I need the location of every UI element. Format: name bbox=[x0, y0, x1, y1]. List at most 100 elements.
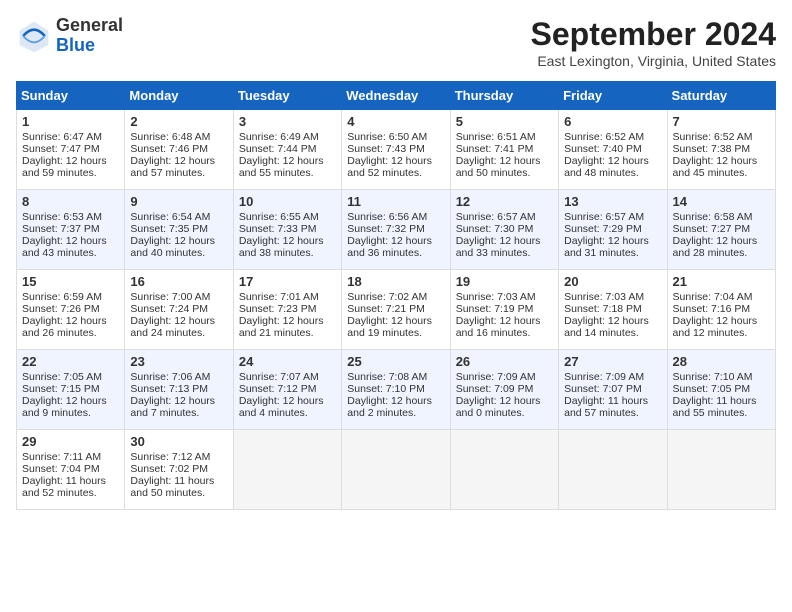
day-info-line: Daylight: 12 hours bbox=[22, 315, 119, 327]
day-info-line: Daylight: 12 hours bbox=[564, 235, 661, 247]
day-info-line: Sunset: 7:21 PM bbox=[347, 303, 444, 315]
day-info-line: Sunrise: 7:12 AM bbox=[130, 451, 227, 463]
calendar-cell: 18Sunrise: 7:02 AMSunset: 7:21 PMDayligh… bbox=[342, 270, 450, 350]
day-info-line: and 12 minutes. bbox=[673, 327, 770, 339]
day-info-line: Sunrise: 7:09 AM bbox=[564, 371, 661, 383]
day-number: 21 bbox=[673, 274, 770, 289]
calendar-cell: 11Sunrise: 6:56 AMSunset: 7:32 PMDayligh… bbox=[342, 190, 450, 270]
day-info-line: Daylight: 12 hours bbox=[239, 235, 336, 247]
day-info-line: Sunset: 7:40 PM bbox=[564, 143, 661, 155]
logo-icon bbox=[16, 18, 52, 54]
day-info-line: and 33 minutes. bbox=[456, 247, 553, 259]
day-number: 28 bbox=[673, 354, 770, 369]
calendar-cell: 25Sunrise: 7:08 AMSunset: 7:10 PMDayligh… bbox=[342, 350, 450, 430]
logo: General Blue bbox=[16, 16, 123, 56]
column-header-thursday: Thursday bbox=[450, 82, 558, 110]
day-info-line: Sunrise: 7:10 AM bbox=[673, 371, 770, 383]
calendar-cell: 27Sunrise: 7:09 AMSunset: 7:07 PMDayligh… bbox=[559, 350, 667, 430]
calendar-cell: 28Sunrise: 7:10 AMSunset: 7:05 PMDayligh… bbox=[667, 350, 775, 430]
day-info-line: Sunset: 7:43 PM bbox=[347, 143, 444, 155]
day-info-line: Sunrise: 7:03 AM bbox=[456, 291, 553, 303]
day-info-line: Sunrise: 7:03 AM bbox=[564, 291, 661, 303]
calendar-cell: 16Sunrise: 7:00 AMSunset: 7:24 PMDayligh… bbox=[125, 270, 233, 350]
day-number: 26 bbox=[456, 354, 553, 369]
day-info-line: and 36 minutes. bbox=[347, 247, 444, 259]
calendar-header-row: SundayMondayTuesdayWednesdayThursdayFrid… bbox=[17, 82, 776, 110]
day-info-line: Sunset: 7:16 PM bbox=[673, 303, 770, 315]
day-info-line: Daylight: 12 hours bbox=[130, 395, 227, 407]
day-info-line: and 40 minutes. bbox=[130, 247, 227, 259]
day-info-line: Sunrise: 6:58 AM bbox=[673, 211, 770, 223]
column-header-wednesday: Wednesday bbox=[342, 82, 450, 110]
column-header-friday: Friday bbox=[559, 82, 667, 110]
day-info-line: Daylight: 12 hours bbox=[456, 155, 553, 167]
column-header-sunday: Sunday bbox=[17, 82, 125, 110]
day-number: 29 bbox=[22, 434, 119, 449]
day-number: 2 bbox=[130, 114, 227, 129]
day-number: 25 bbox=[347, 354, 444, 369]
calendar-cell: 26Sunrise: 7:09 AMSunset: 7:09 PMDayligh… bbox=[450, 350, 558, 430]
calendar-cell bbox=[667, 430, 775, 510]
day-info-line: Daylight: 12 hours bbox=[22, 235, 119, 247]
day-number: 3 bbox=[239, 114, 336, 129]
day-info-line: Sunset: 7:44 PM bbox=[239, 143, 336, 155]
calendar-cell: 12Sunrise: 6:57 AMSunset: 7:30 PMDayligh… bbox=[450, 190, 558, 270]
day-info-line: Sunrise: 6:52 AM bbox=[673, 131, 770, 143]
calendar-week-5: 29Sunrise: 7:11 AMSunset: 7:04 PMDayligh… bbox=[17, 430, 776, 510]
calendar-table: SundayMondayTuesdayWednesdayThursdayFrid… bbox=[16, 81, 776, 510]
calendar-cell: 8Sunrise: 6:53 AMSunset: 7:37 PMDaylight… bbox=[17, 190, 125, 270]
day-info-line: Sunrise: 6:54 AM bbox=[130, 211, 227, 223]
day-info-line: and 45 minutes. bbox=[673, 167, 770, 179]
calendar-cell: 21Sunrise: 7:04 AMSunset: 7:16 PMDayligh… bbox=[667, 270, 775, 350]
day-number: 16 bbox=[130, 274, 227, 289]
day-number: 14 bbox=[673, 194, 770, 209]
day-info-line: and 19 minutes. bbox=[347, 327, 444, 339]
day-info-line: Sunset: 7:02 PM bbox=[130, 463, 227, 475]
column-header-tuesday: Tuesday bbox=[233, 82, 341, 110]
day-info-line: Sunrise: 6:48 AM bbox=[130, 131, 227, 143]
day-info-line: Sunset: 7:47 PM bbox=[22, 143, 119, 155]
calendar-cell: 30Sunrise: 7:12 AMSunset: 7:02 PMDayligh… bbox=[125, 430, 233, 510]
calendar-body: 1Sunrise: 6:47 AMSunset: 7:47 PMDaylight… bbox=[17, 110, 776, 510]
day-info-line: and 52 minutes. bbox=[22, 487, 119, 499]
day-info-line: and 21 minutes. bbox=[239, 327, 336, 339]
day-number: 24 bbox=[239, 354, 336, 369]
day-info-line: Sunrise: 6:53 AM bbox=[22, 211, 119, 223]
calendar-cell: 5Sunrise: 6:51 AMSunset: 7:41 PMDaylight… bbox=[450, 110, 558, 190]
day-info-line: Sunset: 7:35 PM bbox=[130, 223, 227, 235]
calendar-cell: 29Sunrise: 7:11 AMSunset: 7:04 PMDayligh… bbox=[17, 430, 125, 510]
day-info-line: Sunset: 7:05 PM bbox=[673, 383, 770, 395]
day-info-line: and 55 minutes. bbox=[673, 407, 770, 419]
day-info-line: Sunrise: 6:57 AM bbox=[564, 211, 661, 223]
day-number: 23 bbox=[130, 354, 227, 369]
day-info-line: Daylight: 12 hours bbox=[673, 315, 770, 327]
day-info-line: Sunrise: 6:56 AM bbox=[347, 211, 444, 223]
month-title: September 2024 bbox=[531, 16, 776, 53]
day-info-line: and 38 minutes. bbox=[239, 247, 336, 259]
day-info-line: Sunset: 7:24 PM bbox=[130, 303, 227, 315]
calendar-week-1: 1Sunrise: 6:47 AMSunset: 7:47 PMDaylight… bbox=[17, 110, 776, 190]
day-info-line: and 16 minutes. bbox=[456, 327, 553, 339]
calendar-week-3: 15Sunrise: 6:59 AMSunset: 7:26 PMDayligh… bbox=[17, 270, 776, 350]
day-info-line: Sunset: 7:33 PM bbox=[239, 223, 336, 235]
day-info-line: Sunrise: 6:55 AM bbox=[239, 211, 336, 223]
day-info-line: and 9 minutes. bbox=[22, 407, 119, 419]
day-info-line: Sunset: 7:27 PM bbox=[673, 223, 770, 235]
day-info-line: Sunrise: 6:57 AM bbox=[456, 211, 553, 223]
location: East Lexington, Virginia, United States bbox=[531, 53, 776, 69]
day-info-line: Daylight: 12 hours bbox=[456, 315, 553, 327]
day-info-line: Sunset: 7:18 PM bbox=[564, 303, 661, 315]
day-info-line: Daylight: 12 hours bbox=[22, 395, 119, 407]
day-number: 8 bbox=[22, 194, 119, 209]
calendar-cell: 2Sunrise: 6:48 AMSunset: 7:46 PMDaylight… bbox=[125, 110, 233, 190]
day-info-line: and 24 minutes. bbox=[130, 327, 227, 339]
day-info-line: Sunrise: 7:01 AM bbox=[239, 291, 336, 303]
day-info-line: Sunset: 7:04 PM bbox=[22, 463, 119, 475]
day-info-line: Daylight: 12 hours bbox=[564, 155, 661, 167]
column-header-saturday: Saturday bbox=[667, 82, 775, 110]
day-info-line: Sunrise: 7:11 AM bbox=[22, 451, 119, 463]
calendar-cell bbox=[342, 430, 450, 510]
day-info-line: Daylight: 11 hours bbox=[564, 395, 661, 407]
day-number: 6 bbox=[564, 114, 661, 129]
day-number: 19 bbox=[456, 274, 553, 289]
